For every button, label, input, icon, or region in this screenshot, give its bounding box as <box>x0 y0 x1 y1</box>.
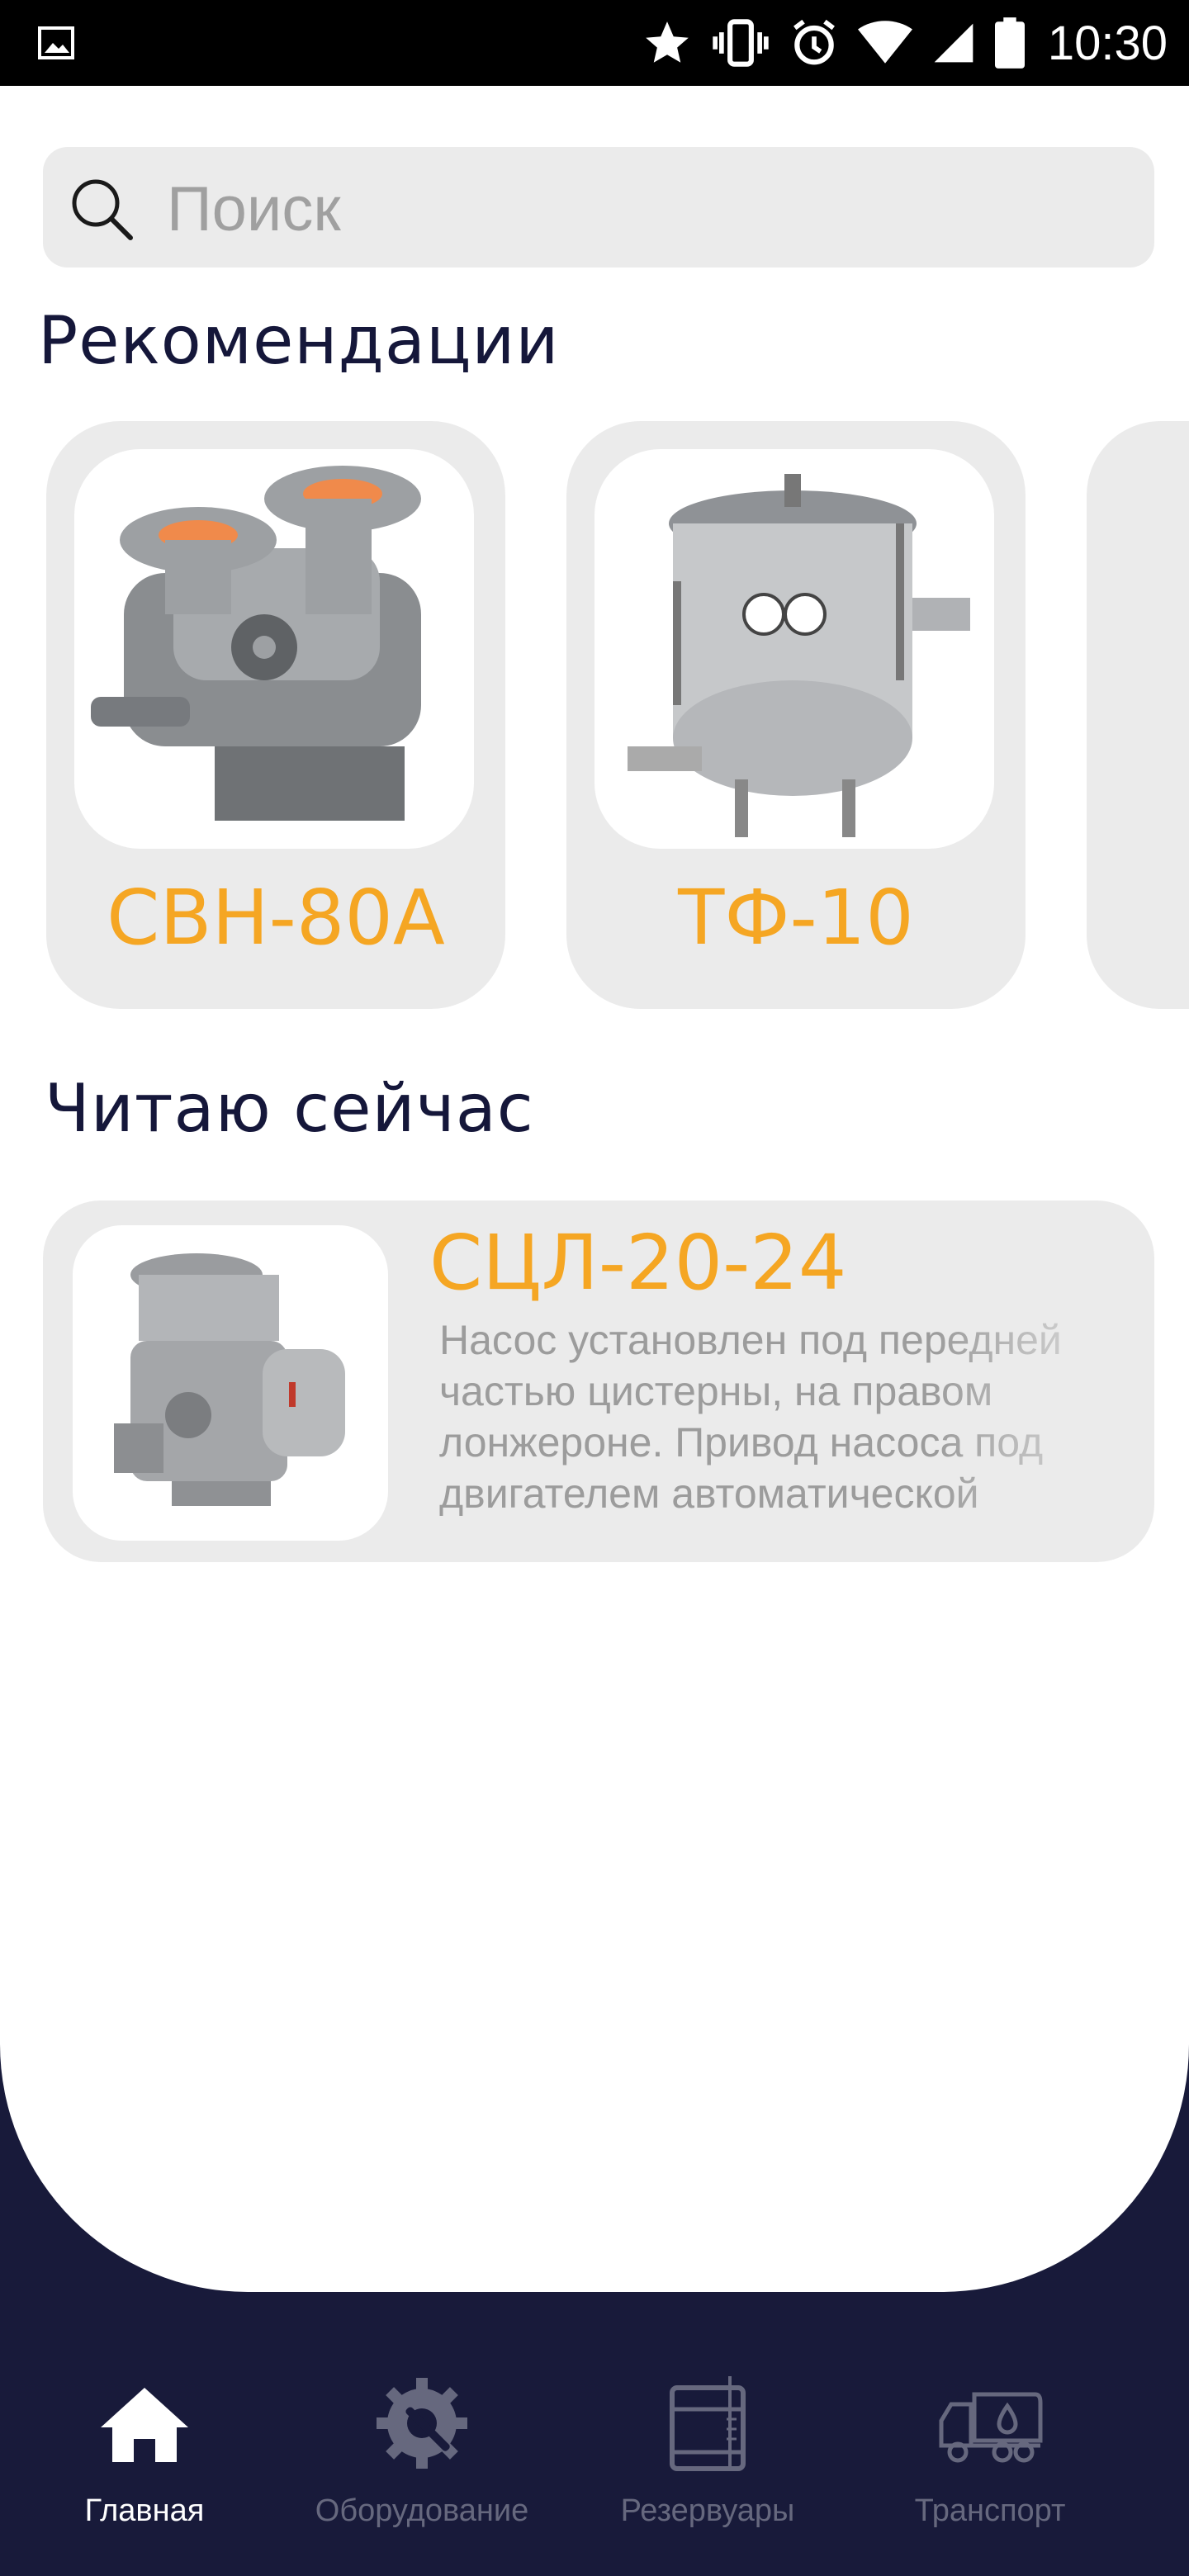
search-icon <box>72 179 133 240</box>
status-bar: 10:30 <box>0 0 1189 86</box>
battery-icon <box>994 17 1025 69</box>
reading-card[interactable]: СЦЛ-20-24 Насос установлен под передней … <box>43 1200 1154 1562</box>
gear-wrench-icon <box>377 2378 467 2469</box>
search-input[interactable] <box>165 168 1118 249</box>
recommendation-name: СВН-80А <box>107 874 445 962</box>
recommendation-card-partial[interactable] <box>1087 421 1189 1009</box>
nav-label: Оборудование <box>315 2493 529 2528</box>
vibrate-icon <box>713 19 769 67</box>
nav-item-home[interactable]: Главная <box>8 2370 281 2551</box>
bottom-navigation: Главная Оборудование Резервуары Транспор… <box>0 2345 1189 2576</box>
pump-image <box>73 1225 388 1541</box>
reading-now-title: Читаю сейчас <box>45 1070 534 1147</box>
recommendation-name: ТФ-10 <box>678 874 914 962</box>
main-content: Рекомендации <box>0 86 1189 2292</box>
nav-item-equipment[interactable]: Оборудование <box>286 2370 558 2551</box>
signal-icon <box>934 23 973 63</box>
nav-label: Главная <box>84 2493 205 2528</box>
reading-item-description: Насос установлен под передней частью цис… <box>439 1317 1062 1517</box>
status-icons: 10:30 <box>642 13 1168 73</box>
image-icon <box>38 26 74 59</box>
wifi-icon <box>857 21 912 64</box>
recommendations-carousel[interactable]: СВН-80А ТФ-10 <box>0 421 1189 1011</box>
reading-item-title: СЦЛ-20-24 <box>429 1219 847 1307</box>
truck-icon <box>939 2392 1043 2463</box>
nav-item-tanks[interactable]: Резервуары <box>571 2370 844 2551</box>
search-bar[interactable] <box>43 147 1154 268</box>
tank-icon <box>670 2376 746 2471</box>
recommendations-title: Рекомендации <box>38 302 560 379</box>
clock-time: 10:30 <box>1047 16 1168 70</box>
pump-image <box>74 449 474 849</box>
alarm-icon <box>793 19 835 65</box>
filter-tank-image <box>594 449 994 849</box>
nav-label: Резервуары <box>620 2493 795 2528</box>
star-icon <box>646 21 689 63</box>
nav-label: Транспорт <box>914 2493 1066 2528</box>
home-icon <box>101 2388 188 2462</box>
recommendation-card[interactable]: СВН-80А <box>46 421 505 1009</box>
recommendation-card[interactable]: ТФ-10 <box>566 421 1026 1009</box>
nav-item-transport[interactable]: Транспорт <box>854 2370 1126 2551</box>
